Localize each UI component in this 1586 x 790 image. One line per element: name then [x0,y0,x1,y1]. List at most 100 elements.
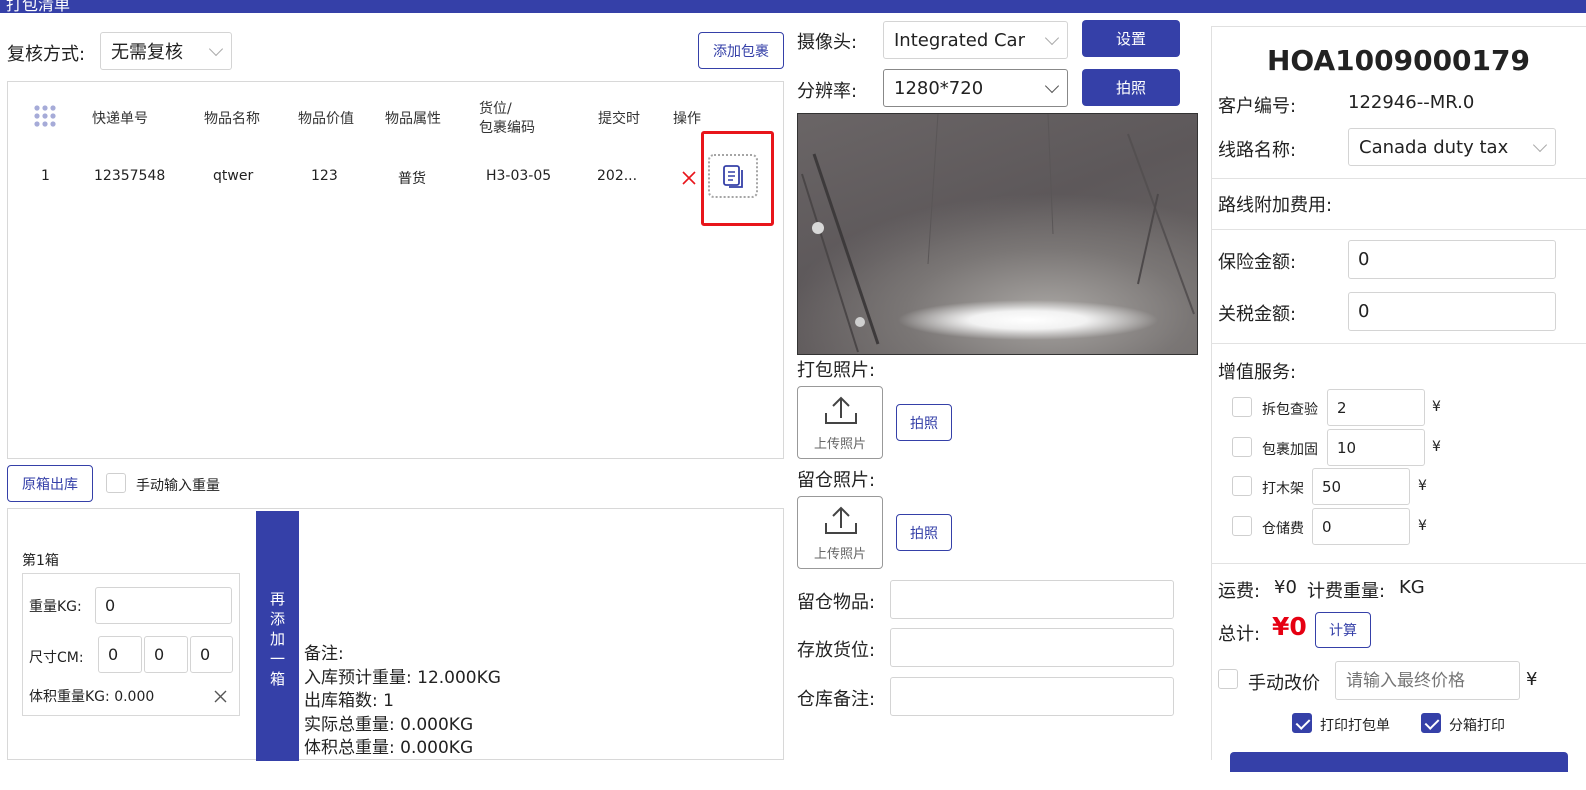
currency-symbol: ¥ [1418,518,1427,534]
delete-icon[interactable] [682,171,696,185]
storage-location-input[interactable] [890,628,1174,667]
width-value: 0 [154,645,165,664]
service-name: 仓储费 [1262,521,1304,537]
length-input[interactable]: 0 [98,636,142,673]
divider [1211,563,1586,564]
service-input-unpack[interactable]: 2 [1327,389,1425,426]
height-input[interactable]: 0 [190,636,233,673]
box-count: 出库箱数: 1 [304,691,394,711]
upload-label: 上传照片 [813,547,866,562]
camera-settings-button[interactable]: 设置 [1082,20,1180,57]
currency-symbol: ¥ [1418,478,1427,494]
service-input-crate[interactable]: 50 [1312,468,1410,505]
volume-weight: 体积重量KG: 0.000 [29,689,155,705]
camera-preview [797,113,1198,355]
detail-button[interactable] [708,154,758,198]
manual-price-label: 手动改价 [1248,673,1320,694]
submit-button[interactable] [1230,752,1568,772]
pack-photo-upload[interactable]: 上传照片 [797,386,883,459]
resolution-value: 1280*720 [894,77,984,99]
row-location: H3-03-05 [486,168,552,184]
manual-price-input[interactable] [1335,661,1520,700]
page-title: 打包清单 [6,0,71,13]
kept-items-input[interactable] [890,580,1174,619]
service-name: 包裹加固 [1262,442,1318,458]
col-submit-time: 提交时 [598,111,640,127]
split-box-print-checkbox[interactable] [1421,713,1441,733]
currency-symbol: ¥ [1432,439,1441,455]
remove-box-icon[interactable] [214,690,227,703]
service-name: 打木架 [1262,481,1304,497]
original-box-button[interactable]: 原箱出库 [7,465,93,502]
route-label: 线路名称: [1218,140,1297,161]
note-label: 备注: [304,644,344,664]
total-label: 总计: [1218,624,1261,645]
insurance-value: 0 [1358,249,1370,270]
summary: 备注: 入库预计重量: 12.000KG 出库箱数: 1 实际总重量: 0.00… [304,643,501,761]
tax-input[interactable]: 0 [1348,292,1556,331]
split-box-print-label: 分箱打印 [1449,718,1505,734]
upload-icon [825,506,857,534]
add-box-button[interactable]: 再添加一箱 [256,511,299,761]
service-input-reinforce[interactable]: 10 [1327,429,1425,466]
warehouse-photo-label: 留仓照片: [797,470,876,491]
title-bar: 打包清单 [0,0,1586,13]
review-method-label: 复核方式: [7,44,86,65]
pack-photo-label: 打包照片: [797,360,876,381]
freight-value: ¥0 [1274,577,1297,598]
column-settings-icon[interactable] [34,104,58,128]
print-packing-list-checkbox[interactable] [1292,713,1312,733]
service-value: 50 [1322,477,1342,496]
customer-label: 客户编号: [1218,96,1297,117]
service-value: 0 [1322,517,1332,536]
service-checkbox-reinforce[interactable] [1232,437,1252,457]
manual-price-checkbox[interactable] [1218,669,1238,689]
row-name: qtwer [213,168,254,184]
width-input[interactable]: 0 [144,636,188,673]
parcel-table: 快递单号 物品名称 物品价值 物品属性 货位/ 包裹编码 提交时 操作 1 12… [7,81,784,459]
route-select[interactable]: Canada duty tax [1348,128,1556,166]
resolution-select[interactable]: 1280*720 [883,69,1068,107]
service-checkbox-crate[interactable] [1232,476,1252,496]
length-value: 0 [108,645,119,664]
service-checkbox-unpack[interactable] [1232,397,1252,417]
route-value: Canada duty tax [1359,136,1509,158]
insurance-input[interactable]: 0 [1348,240,1556,279]
col-attribute: 物品属性 [385,111,441,127]
camera-select[interactable]: Integrated Car [883,21,1068,59]
expected-weight: 入库预计重量: 12.000KG [304,667,501,688]
box-panel: 第1箱 重量KG: 0 尺寸CM: 0 0 0 体积重量KG: 0.000 再添… [7,508,784,761]
total-value: ¥0 [1272,612,1307,641]
camera-label: 摄像头: [797,32,858,53]
service-input-storage[interactable]: 0 [1312,508,1410,545]
customer-value: 122946--MR.0 [1348,92,1475,113]
route-fee-label: 路线附加费用: [1218,195,1333,216]
pack-photo-capture-button[interactable]: 拍照 [896,404,952,441]
size-label: 尺寸CM: [29,650,84,666]
add-parcel-button[interactable]: 添加包裹 [698,32,784,69]
currency-symbol: ¥ [1526,669,1538,690]
warehouse-note-label: 仓库备注: [797,689,876,710]
tax-label: 关税金额: [1218,304,1297,325]
warehouse-photo-upload[interactable]: 上传照片 [797,496,883,569]
camera-value: Integrated Car [894,29,1025,51]
warehouse-photo-capture-button[interactable]: 拍照 [896,514,952,551]
col-name: 物品名称 [204,111,260,127]
row-tracking: 12357548 [94,168,166,184]
weight-label: 重量KG: [29,599,82,615]
print-packing-list-label: 打印打包单 [1320,718,1390,734]
chevron-down-icon [1044,78,1060,94]
warehouse-note-input[interactable] [890,677,1174,716]
divider [1211,229,1586,230]
order-code: HOA1009000179 [1267,44,1530,77]
review-method-select[interactable]: 无需复核 [100,32,232,70]
freight-label: 运费: [1218,581,1261,602]
service-checkbox-storage[interactable] [1232,516,1252,536]
capture-button[interactable]: 拍照 [1082,69,1180,106]
insurance-label: 保险金额: [1218,252,1297,273]
services-label: 增值服务: [1218,362,1297,383]
manual-weight-checkbox[interactable] [106,473,126,493]
calculate-button[interactable]: 计算 [1315,612,1371,648]
weight-input[interactable]: 0 [95,587,232,624]
service-name: 拆包查验 [1262,402,1318,418]
